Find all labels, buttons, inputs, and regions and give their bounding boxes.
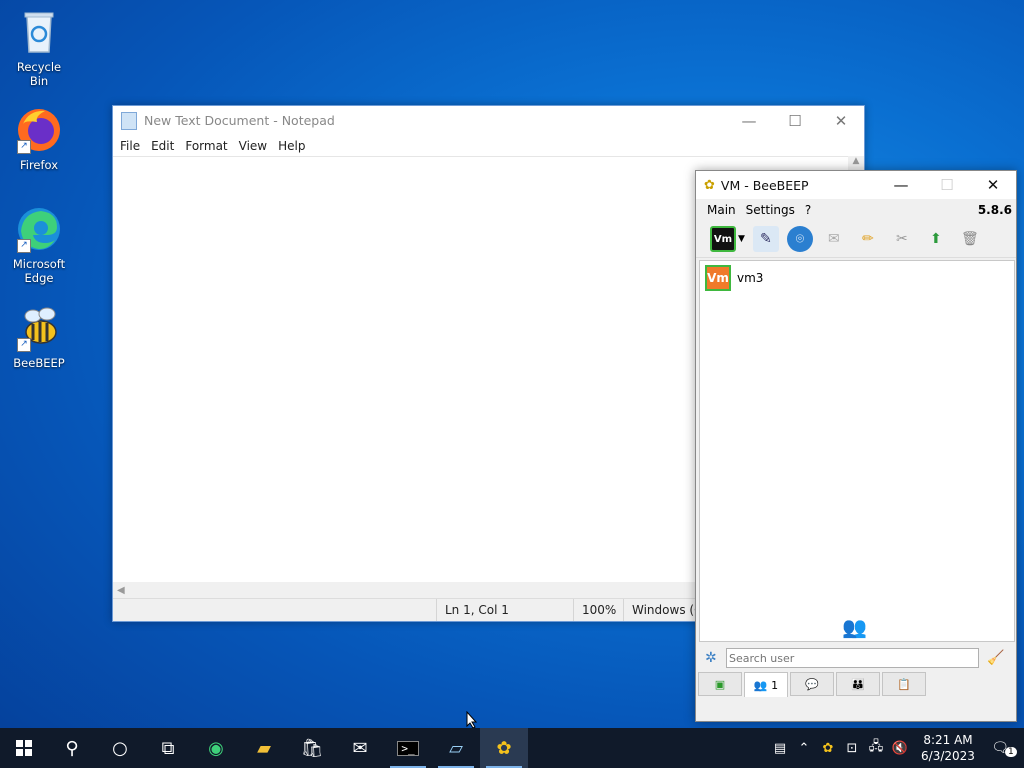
network-icon[interactable]: ⌾ — [786, 226, 813, 252]
bee-icon: ↗ — [15, 304, 63, 352]
network-icon[interactable]: 🖧 — [864, 737, 888, 759]
beebeep-title: VM - BeeBEEP — [720, 177, 809, 193]
search-bar: ✲ 🧹 — [699, 645, 1013, 671]
menu-edit[interactable]: Edit — [148, 139, 182, 153]
beebeep-title-bar[interactable]: ✿ VM - BeeBEEP — ☐ ✕ — [696, 171, 1016, 199]
clock-date: 6/3/2023 — [921, 749, 975, 763]
tab-home[interactable]: ▣ — [698, 672, 742, 696]
beebeep-window: ✿ VM - BeeBEEP — ☐ ✕ Main Settings ? 5.8… — [695, 170, 1017, 722]
maximize-button[interactable]: ☐ — [772, 106, 818, 135]
desktop-icon-label: Microsoft Edge — [12, 257, 66, 285]
group-icon: 👪 — [851, 677, 865, 691]
list-item[interactable]: Vm vm3 — [700, 261, 1014, 295]
menu-settings[interactable]: Settings — [741, 203, 800, 217]
version-label: 5.8.6 — [977, 203, 1012, 217]
menu-file[interactable]: File — [117, 139, 148, 153]
users-icon: 👥 — [753, 678, 768, 692]
shortcut-arrow-icon: ↗ — [17, 140, 31, 154]
desktop-icon-firefox[interactable]: ↗ Firefox — [6, 106, 72, 172]
beebeep-menu-bar: Main Settings ? 5.8.6 — [696, 199, 1016, 221]
home-icon: ▣ — [714, 677, 726, 691]
chevron-down-icon[interactable]: ▼ — [738, 234, 745, 244]
desktop-icon-microsoft-edge[interactable]: ↗ Microsoft Edge — [6, 205, 72, 285]
scroll-left-icon[interactable]: ◀ — [117, 585, 125, 596]
windows-icon — [16, 740, 32, 756]
start-button[interactable] — [0, 728, 48, 768]
bee-icon: ✿ — [704, 177, 715, 193]
close-button[interactable]: ✕ — [818, 106, 864, 135]
clock[interactable]: 8:21 AM 6/3/2023 — [912, 732, 984, 764]
recycle-bin-icon — [15, 8, 63, 56]
search-icon[interactable]: ⚲ — [48, 728, 96, 768]
beebeep-toolbar: Vm ▼ ✎ ⌾ ✉ ✏ ✂ ⬆ 🗑 — [696, 221, 1016, 258]
firefox-icon: ↗ — [15, 106, 63, 154]
notepad-icon — [121, 111, 137, 130]
files-icon: 📋 — [897, 677, 911, 691]
clear-broom-icon[interactable]: 🧹 — [987, 650, 1004, 666]
trash-icon[interactable]: 🗑 — [957, 226, 983, 252]
mail-taskbar-icon[interactable]: ✉ — [336, 728, 384, 768]
update-icon[interactable]: ⬆ — [923, 226, 949, 252]
chevron-up-icon[interactable]: ⌃ — [792, 741, 816, 756]
terminal-icon[interactable]: >_ — [384, 728, 432, 768]
users-group-icon: 👥 — [842, 615, 867, 639]
tab-chats[interactable]: 💬 — [790, 672, 834, 696]
close-button[interactable]: ✕ — [970, 171, 1016, 199]
beebeep-tray-icon[interactable]: ✿ — [816, 741, 840, 756]
gear-icon[interactable]: ✲ — [705, 650, 717, 666]
notepad-title-bar[interactable]: New Text Document - Notepad — ☐ ✕ — [113, 106, 864, 135]
user-list: Vm vm3 👥 — [699, 260, 1015, 642]
news-icon[interactable]: ▤ — [768, 741, 792, 756]
desktop-icon-label: BeeBEEP — [13, 356, 65, 370]
clock-time: 8:21 AM — [923, 733, 973, 747]
tools-icon[interactable]: ✂ — [889, 226, 915, 252]
taskbar: ⚲ ○ ⧉ ◉ ▰ 🛍 ✉ >_ ▱ ✿ ▤ ⌃ ✿ ⊡ 🖧 🔇 8:21 AM… — [0, 728, 1024, 768]
scroll-up-icon[interactable]: ▲ — [848, 156, 864, 166]
tab-files[interactable]: 📋 — [882, 672, 926, 696]
menu-help[interactable]: ? — [800, 203, 816, 217]
minimize-button[interactable]: — — [726, 106, 772, 135]
menu-help[interactable]: Help — [275, 139, 313, 153]
tab-users-count: 1 — [771, 678, 779, 692]
beebeep-taskbar-icon[interactable]: ✿ — [480, 728, 528, 768]
desktop-icon-label: Firefox — [19, 158, 59, 172]
notepad-taskbar-icon[interactable]: ▱ — [432, 728, 480, 768]
notification-center-button[interactable]: 🗨 1 — [984, 739, 1024, 757]
minimize-button[interactable]: — — [878, 171, 924, 199]
notepad-title: New Text Document - Notepad — [144, 113, 335, 128]
menu-format[interactable]: Format — [182, 139, 235, 153]
file-explorer-icon[interactable]: ▰ — [240, 728, 288, 768]
edge-taskbar-icon[interactable]: ◉ — [192, 728, 240, 768]
volume-muted-icon[interactable]: 🔇 — [888, 741, 912, 756]
search-input[interactable] — [726, 648, 979, 668]
tab-groups[interactable]: 👪 — [836, 672, 880, 696]
edit-profile-icon[interactable]: ✎ — [752, 226, 779, 252]
menu-main[interactable]: Main — [702, 203, 741, 217]
edge-icon: ↗ — [15, 205, 63, 253]
notepad-menu-bar: File Edit Format View Help — [113, 135, 864, 157]
shortcut-arrow-icon: ↗ — [17, 338, 31, 352]
task-view-icon[interactable]: ⧉ — [144, 728, 192, 768]
status-position: Ln 1, Col 1 — [436, 599, 573, 621]
notification-badge: 1 — [1005, 747, 1017, 757]
user-name: vm3 — [737, 271, 764, 285]
chat-icon: 💬 — [805, 677, 819, 691]
system-tray: ▤ ⌃ ✿ ⊡ 🖧 🔇 8:21 AM 6/3/2023 🗨 1 — [768, 728, 1024, 768]
maximize-button: ☐ — [940, 176, 954, 194]
desktop-icon-beebeep[interactable]: ↗ BeeBEEP — [6, 304, 72, 370]
store-icon[interactable]: 🛍 — [288, 728, 336, 768]
desktop-icon-recycle-bin[interactable]: Recycle Bin — [6, 8, 72, 88]
bottom-tabs: ▣ 👥 1 💬 👪 📋 — [698, 672, 928, 697]
pencil-icon[interactable]: ✏ — [855, 226, 881, 252]
meet-icon[interactable]: ⊡ — [840, 741, 864, 756]
tab-users[interactable]: 👥 1 — [744, 672, 788, 697]
status-zoom: 100% — [573, 599, 624, 621]
mail-icon[interactable]: ✉ — [821, 226, 847, 252]
desktop-icon-label: Recycle Bin — [16, 60, 62, 88]
avatar: Vm — [705, 265, 731, 291]
shortcut-arrow-icon: ↗ — [17, 239, 31, 253]
menu-view[interactable]: View — [236, 139, 275, 153]
cortana-icon[interactable]: ○ — [96, 728, 144, 768]
status-avatar-button[interactable]: Vm — [710, 226, 736, 252]
